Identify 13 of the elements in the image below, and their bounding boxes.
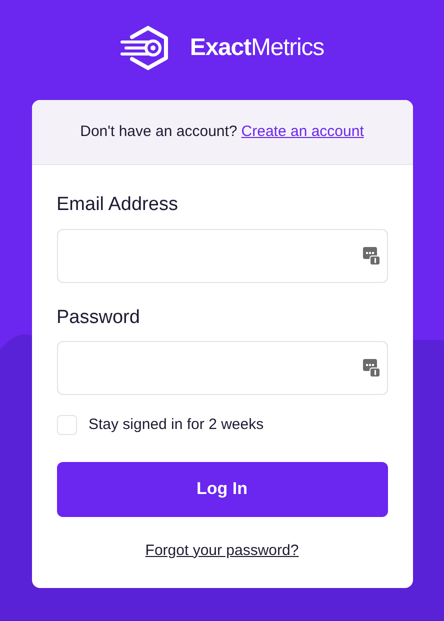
password-manager-icon[interactable] [362, 246, 380, 264]
create-account-link[interactable]: Create an account [241, 120, 364, 144]
brand-name: ExactMetrics [190, 33, 324, 63]
password-manager-icon[interactable] [362, 359, 380, 377]
input-field[interactable] [56, 341, 388, 395]
forgot-password-link[interactable]: Forgot your password? [145, 540, 299, 562]
checkbox[interactable] [56, 415, 76, 436]
checkbox-label: Stay signed in for 2 weeks [88, 415, 264, 435]
input-field[interactable] [56, 228, 388, 282]
field-label: Email Address [56, 193, 179, 217]
login-button[interactable]: Log In [56, 462, 388, 516]
signup-prompt: Don't have an account? [80, 122, 238, 142]
field-label: Password [56, 306, 141, 330]
